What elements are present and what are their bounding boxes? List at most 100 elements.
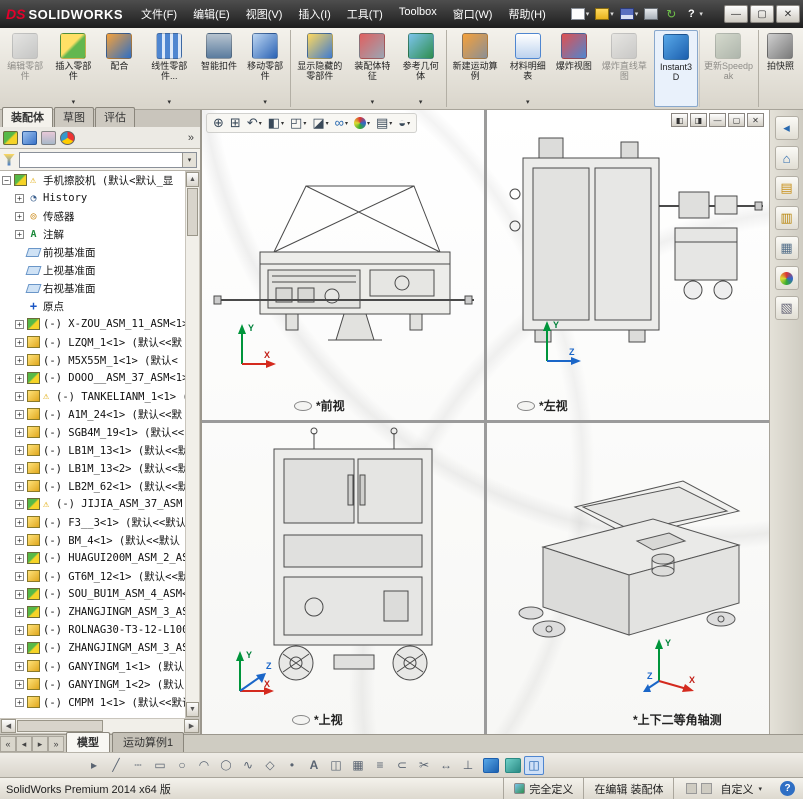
dropdown-arrow-icon[interactable]: ▾ bbox=[182, 153, 196, 167]
view-tool-button[interactable]: ▾ bbox=[332, 115, 351, 131]
quick-access-button[interactable]: ▾ bbox=[681, 6, 706, 22]
viewport-left[interactable]: Y Z *左视 bbox=[487, 110, 769, 420]
task-pane-tab[interactable] bbox=[775, 296, 799, 320]
expand-icon[interactable] bbox=[15, 626, 24, 635]
sketch-tool-button[interactable] bbox=[414, 756, 434, 775]
task-pane-tab[interactable] bbox=[775, 146, 799, 170]
dropdown-arrow-icon[interactable]: ▾ bbox=[263, 98, 267, 106]
document-window-button[interactable]: — bbox=[709, 113, 726, 127]
toolbar-button[interactable]: 编辑零部件 ▾ bbox=[1, 30, 49, 107]
dropdown-arrow-icon[interactable]: ▾ bbox=[326, 120, 329, 127]
quick-access-button[interactable]: ▾ bbox=[592, 6, 617, 22]
toolbar-button[interactable]: 线性零部件... ▾ bbox=[141, 30, 197, 107]
toolbar-button[interactable]: 参考几何体 ▾ bbox=[396, 30, 444, 107]
dropdown-arrow-icon[interactable]: ▾ bbox=[259, 120, 262, 127]
view-tool-button[interactable]: ▾ bbox=[265, 115, 287, 131]
sketch-tool-button[interactable] bbox=[282, 756, 302, 775]
expand-icon[interactable] bbox=[15, 194, 24, 203]
menu-item[interactable]: 工具(T) bbox=[339, 2, 391, 26]
toolbar-button[interactable]: Instant3D ▾ bbox=[654, 30, 698, 107]
expand-icon[interactable] bbox=[15, 428, 24, 437]
document-window-button[interactable]: ◨ bbox=[690, 113, 707, 127]
scrollbar-thumb[interactable] bbox=[17, 720, 103, 732]
tab-nav-arrow-icon[interactable]: ▸ bbox=[32, 736, 48, 752]
tab-nav-arrow-icon[interactable]: ◂ bbox=[16, 736, 32, 752]
tree-item[interactable]: ⚠ (-) DOOO__ASM_37_ASM<1> bbox=[0, 369, 187, 387]
dropdown-arrow-icon[interactable]: ▾ bbox=[303, 120, 306, 127]
scroll-left-icon[interactable]: ◀ bbox=[1, 719, 16, 733]
tree-item[interactable]: ⚠ (-) TANKELIANM_1<1> (默 bbox=[0, 387, 187, 405]
tab-nav-arrow-icon[interactable]: « bbox=[0, 736, 16, 752]
sketch-tool-button[interactable] bbox=[194, 756, 214, 775]
panel-header-icon[interactable] bbox=[22, 131, 37, 145]
sketch-tool-button[interactable] bbox=[84, 756, 104, 775]
toolbar-button[interactable]: 装配体特征 ▾ bbox=[348, 30, 396, 107]
dropdown-arrow-icon[interactable]: ▾ bbox=[281, 120, 284, 127]
view-tool-button[interactable]: ▾ bbox=[395, 115, 413, 131]
sketch-tool-button[interactable] bbox=[483, 758, 499, 773]
dropdown-arrow-icon[interactable]: ▾ bbox=[367, 120, 370, 127]
expand-icon[interactable] bbox=[15, 590, 24, 599]
toolbar-button[interactable]: 配合 ▾ bbox=[97, 30, 141, 107]
dropdown-arrow-icon[interactable]: ▾ bbox=[345, 120, 348, 127]
tree-item[interactable]: ⚠ (-) X-ZOU_ASM_11_ASM<1> bbox=[0, 315, 187, 333]
toolbar-button[interactable]: 插入零部件 ▾ bbox=[49, 30, 97, 107]
menu-item[interactable]: 插入(I) bbox=[290, 2, 338, 26]
document-window-button[interactable]: ◧ bbox=[671, 113, 688, 127]
window-control-button[interactable]: ▢ bbox=[750, 5, 774, 23]
expand-icon[interactable] bbox=[15, 536, 24, 545]
expand-icon[interactable] bbox=[15, 608, 24, 617]
expand-icon[interactable] bbox=[15, 338, 24, 347]
status-units-segment[interactable]: 自定义 ▾ bbox=[673, 778, 772, 799]
expand-icon[interactable] bbox=[15, 392, 24, 401]
dropdown-arrow-icon[interactable]: ▾ bbox=[72, 98, 76, 106]
status-help-button[interactable]: ? bbox=[780, 781, 795, 796]
menu-item[interactable]: 文件(F) bbox=[133, 2, 185, 26]
menu-item[interactable]: 视图(V) bbox=[238, 2, 291, 26]
tree-item[interactable]: ⚠ (-) LB1M_13<2> (默认<<默 bbox=[0, 459, 187, 477]
toolbar-button[interactable]: 显示隐藏的零部件 ▾ bbox=[290, 30, 348, 107]
panel-header-icon[interactable] bbox=[41, 131, 56, 145]
tree-item[interactable]: ⚠ (-) SGB4M_19<1> (默认<< bbox=[0, 423, 187, 441]
toolbar-button[interactable]: 爆炸视图 ▾ bbox=[552, 30, 596, 107]
task-pane-tab[interactable] bbox=[775, 236, 799, 260]
tree-item[interactable]: ⚠ (-) F3__3<1> (默认<<默认 bbox=[0, 513, 187, 531]
tree-item[interactable]: ⚠ (-) JIJIA_ASM_37_ASM bbox=[0, 495, 187, 513]
menu-item[interactable]: 编辑(E) bbox=[185, 2, 238, 26]
expand-icon[interactable] bbox=[15, 410, 24, 419]
viewport-top[interactable]: Y X Z *上视 bbox=[202, 423, 484, 734]
dropdown-arrow-icon[interactable]: ▾ bbox=[586, 10, 590, 18]
toolbar-button[interactable]: 爆炸直线草图 ▾ bbox=[596, 30, 653, 107]
view-tool-button[interactable]: ▾ bbox=[373, 115, 395, 131]
sketch-tool-button[interactable] bbox=[238, 756, 258, 775]
task-pane-tab[interactable] bbox=[775, 206, 799, 230]
tree-item[interactable]: ⚠ (-) SOU_BU1M_ASM_4_ASM< bbox=[0, 585, 187, 603]
tree-item[interactable]: ⚠ (-) ZHANGJINGM_ASM_3_AS bbox=[0, 639, 187, 657]
sketch-tool-button[interactable] bbox=[436, 756, 456, 775]
tree-item[interactable]: ⚠ (-) A1M_24<1> (默认<<默 bbox=[0, 405, 187, 423]
tab-nav-arrow-icon[interactable]: » bbox=[48, 736, 64, 752]
sketch-tool-button[interactable] bbox=[304, 756, 324, 775]
sketch-tool-button[interactable] bbox=[150, 756, 170, 775]
sketch-tool-button[interactable] bbox=[260, 756, 280, 775]
toolbar-button[interactable]: 智能扣件 ▾ bbox=[197, 30, 241, 107]
dropdown-arrow-icon[interactable]: ▾ bbox=[371, 98, 375, 106]
expand-icon[interactable] bbox=[15, 230, 24, 239]
dropdown-arrow-icon[interactable]: ▾ bbox=[407, 120, 410, 127]
expand-icon[interactable] bbox=[15, 644, 24, 653]
expand-icon[interactable] bbox=[15, 500, 24, 509]
tree-item[interactable]: ⚠ (-) GANYINGM_1<2> (默认 bbox=[0, 675, 187, 693]
view-tool-button[interactable]: ▾ bbox=[227, 115, 244, 131]
viewport-isometric[interactable]: Y X Z *上下二等角轴测 bbox=[487, 423, 769, 734]
view-tool-button[interactable]: ▾ bbox=[210, 115, 227, 131]
expand-icon[interactable] bbox=[15, 464, 24, 473]
sketch-tool-button[interactable] bbox=[348, 756, 368, 775]
tree-item[interactable]: ⚠ (-) GT6M_12<1> (默认<<默 bbox=[0, 567, 187, 585]
dropdown-arrow-icon[interactable]: ▾ bbox=[389, 120, 392, 127]
toolbar-button[interactable]: 更新Speedpak ▾ bbox=[699, 30, 757, 107]
menu-item[interactable]: 窗口(W) bbox=[445, 2, 501, 26]
expand-icon[interactable] bbox=[15, 572, 24, 581]
quick-access-button[interactable]: ▾ bbox=[617, 6, 642, 22]
toolbar-button[interactable]: 拍快照 ▾ bbox=[758, 30, 802, 107]
view-tool-button[interactable]: ▾ bbox=[309, 115, 331, 131]
